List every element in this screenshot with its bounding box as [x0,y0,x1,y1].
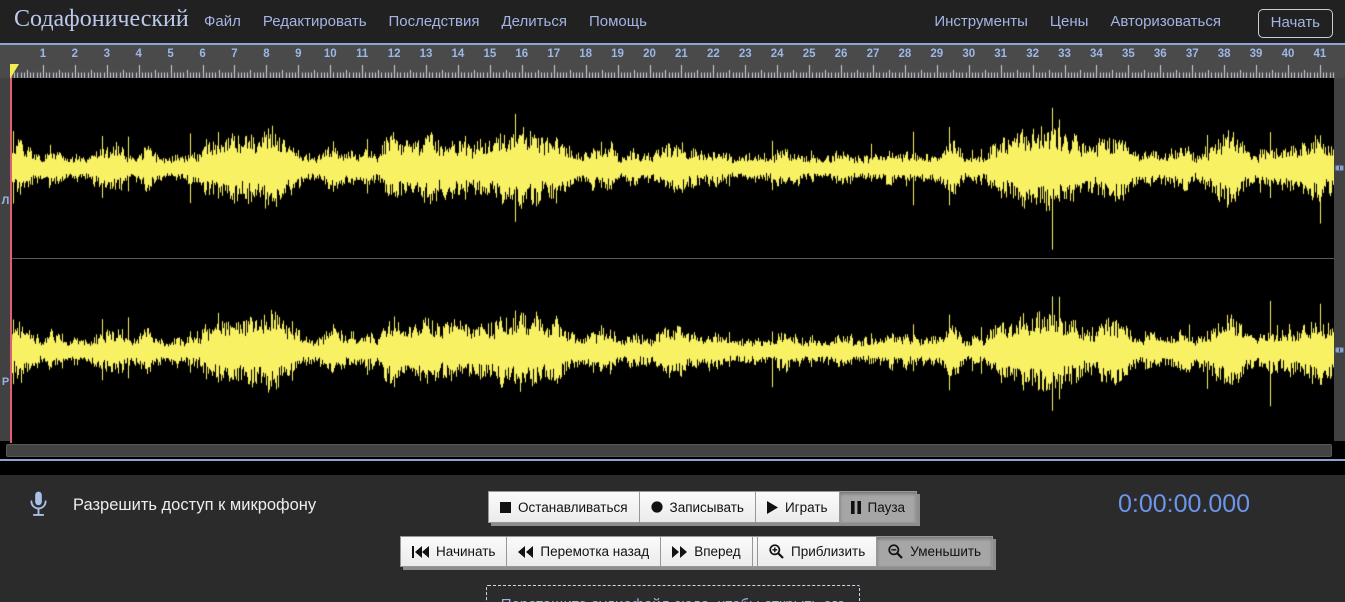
ruler-number: 22 [707,48,720,60]
zoom-controls: Приблизить Уменьшить [757,536,993,567]
right-channel-volume-slider[interactable] [1335,347,1344,353]
ruler-number: 15 [483,48,496,60]
record-icon [651,501,663,513]
rewind-button[interactable]: Перемотка назад [506,536,661,567]
channel-label-right: Р [0,376,11,388]
zoom-out-icon [888,544,903,559]
start-button[interactable]: Начать [1258,9,1333,38]
rewind-icon [518,546,533,558]
zoom-out-button[interactable]: Уменьшить [876,536,993,567]
play-icon [767,501,778,514]
pause-icon [851,501,861,514]
skip-to-start-icon [412,546,429,558]
ruler-number: 31 [994,48,1007,60]
ruler-number: 35 [1122,48,1135,60]
ruler-number: 27 [867,48,880,60]
main-menu: Файл Редактировать Последствия Делиться … [204,13,647,30]
ruler-number: 8 [263,48,269,60]
ruler-number: 9 [295,48,301,60]
ruler-number: 5 [167,48,173,60]
ruler-number: 10 [324,48,337,60]
file-drop-zone[interactable]: Перетащите аудиофайл сюда, чтобы открыть… [486,585,860,602]
app-logo[interactable]: Содафонический [14,6,189,33]
ruler-number: 7 [231,48,237,60]
ruler-number: 18 [579,48,592,60]
ruler-number: 12 [388,48,401,60]
ruler-number: 37 [1186,48,1199,60]
ruler-number: 38 [1218,48,1231,60]
menu-item-tools[interactable]: Инструменты [934,13,1028,30]
play-button[interactable]: Играть [755,491,840,523]
playhead-flag[interactable] [10,64,19,79]
pause-button[interactable]: Пауза [839,491,918,523]
ruler-number: 19 [611,48,624,60]
fast-forward-icon [672,546,687,558]
stop-icon [500,502,511,513]
ruler-number: 26 [835,48,848,60]
scrollbar-thumb[interactable] [6,444,1332,457]
ruler-number: 33 [1058,48,1071,60]
ruler-number: 24 [771,48,784,60]
ruler-number: 20 [643,48,656,60]
menu-item-share[interactable]: Делиться [502,13,567,30]
ruler-number: 21 [675,48,688,60]
ruler-number: 3 [104,48,110,60]
fast-forward-button[interactable]: Вперед [660,536,752,567]
ruler-number: 11 [356,48,368,60]
ruler-number: 29 [930,48,943,60]
ruler-number: 36 [1154,48,1167,60]
menu-item-file[interactable]: Файл [204,13,241,30]
ruler-number: 13 [420,48,433,60]
menu-item-help[interactable]: Помощь [589,13,647,30]
ruler-number: 25 [803,48,816,60]
ruler-number: 2 [72,48,78,60]
waveform-left-channel[interactable] [11,78,1334,258]
horizontal-scrollbar[interactable] [0,443,1345,459]
timeline-ruler[interactable]: 1234567891011121314151617181920212223242… [0,45,1345,78]
ruler-number: 1 [40,48,46,60]
ruler-number: 14 [452,48,465,60]
ruler-ticks [11,64,1335,78]
app-root: Содафонический Файл Редактировать Послед… [0,0,1345,602]
ruler-number: 41 [1314,48,1327,60]
ruler-number: 30 [962,48,975,60]
menubar: Содафонический Файл Редактировать Послед… [0,0,1345,43]
waveform-editor: 1234567891011121314151617181920212223242… [0,43,1345,461]
channel-label-left: Л [0,195,11,207]
menu-item-login[interactable]: Авторизоваться [1110,13,1221,30]
ruler-number: 32 [1026,48,1039,60]
menu-item-pricing[interactable]: Цены [1050,13,1089,30]
ruler-number: 17 [547,48,560,60]
recorder-panel: Разрешить доступ к микрофону Останавлива… [0,475,1345,602]
timecode-display: 0:00:00.000 [1118,490,1250,519]
zoom-in-icon [769,544,784,559]
ruler-number: 6 [199,48,205,60]
ruler-number: 4 [135,48,141,60]
ruler-number: 34 [1090,48,1103,60]
microphone-access-label: Разрешить доступ к микрофону [73,496,316,515]
zoom-in-button[interactable]: Приблизить [757,536,877,567]
secondary-menu: Инструменты Цены Авторизоваться [934,13,1221,30]
microphone-access-row[interactable]: Разрешить доступ к микрофону [26,489,316,521]
ruler-number: 28 [898,48,911,60]
microphone-icon [26,489,51,521]
ruler-number: 39 [1250,48,1263,60]
drop-zone-text: Перетащите аудиофайл сюда, чтобы открыть… [501,596,845,602]
ruler-number: 16 [515,48,528,60]
channel-slider-gutter [1334,78,1345,441]
stop-button[interactable]: Останавливаться [488,491,640,523]
go-to-start-button[interactable]: Начинать [400,536,507,567]
left-channel-volume-slider[interactable] [1335,165,1344,171]
channel-label-gutter: Л Р [0,78,11,441]
menu-item-effects[interactable]: Последствия [389,13,480,30]
waveform-right-channel[interactable] [11,259,1334,443]
ruler-number: 23 [739,48,752,60]
menu-item-edit[interactable]: Редактировать [263,13,367,30]
ruler-number: 40 [1282,48,1295,60]
transport-controls: Останавливаться Записывать Играть Пауза [488,491,917,523]
record-button[interactable]: Записывать [639,491,756,523]
